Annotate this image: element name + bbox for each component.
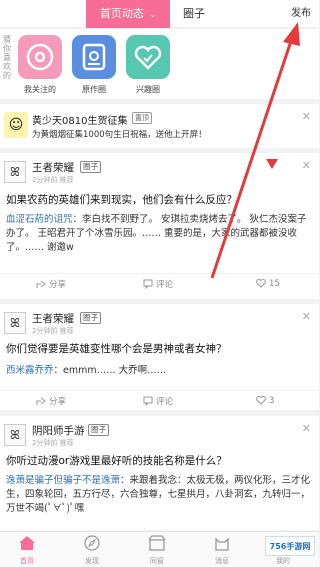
- comment-label: 评论: [156, 280, 174, 290]
- question-title[interactable]: 你们觉得要是英雄变性哪个会是男神或者女神？: [6, 342, 314, 357]
- answer-text: ：emmm…… 大乔啊……: [53, 365, 167, 376]
- comment-button[interactable]: 评论: [143, 278, 173, 290]
- share-label: 分享: [49, 280, 67, 290]
- recommended-circles: 猜你喜欢的 我关注的 原作圈 兴趣圈: [0, 29, 319, 99]
- post-meta: 2分钟前 推荐: [32, 439, 74, 447]
- circle-label: 兴趣圈: [136, 85, 160, 94]
- home-icon: [19, 536, 35, 550]
- answerer-name[interactable]: 血涩石葯的诅咒: [6, 214, 73, 225]
- circle-original[interactable]: 原作圈: [72, 35, 116, 95]
- feed-card[interactable]: ꕤ 王者荣耀 圈子 2分钟前 推荐 ✕ 如果农药的英雄们来到现实，他们会有什么反…: [0, 153, 319, 299]
- disc-icon: [18, 35, 62, 79]
- circle-label: 原作圈: [82, 85, 106, 94]
- comment-button[interactable]: 评论: [143, 395, 173, 407]
- circle-label: 我关注的: [24, 85, 56, 94]
- share-icon: [36, 397, 46, 405]
- nav-messages[interactable]: 消息: [197, 535, 247, 566]
- answer-excerpt[interactable]: 西米露乔乔：emmm…… 大乔啊……: [6, 364, 314, 378]
- publish-button[interactable]: 发布: [291, 0, 311, 28]
- author-name[interactable]: 王者荣耀: [32, 311, 74, 326]
- watermark-logo: 756手游网: [265, 536, 315, 556]
- share-button[interactable]: 分享: [36, 395, 66, 407]
- pinned-badge: 置顶: [132, 112, 152, 124]
- avatar[interactable]: ꕤ: [4, 424, 26, 446]
- heart-outline-icon: [256, 278, 266, 288]
- notice-title: 黄少天0810生贺征集: [32, 116, 128, 127]
- pinned-notice[interactable]: ☺ 黄少天0810生贺征集 置顶 为黄烟烟征集1000句生日祝福，送他上开屏！ …: [0, 104, 319, 148]
- recommend-side-label: 猜你喜欢的: [3, 35, 11, 80]
- circle-badge: 圈子: [88, 424, 109, 436]
- comment-icon: [143, 279, 153, 290]
- tab-circle[interactable]: 圈子: [183, 0, 205, 28]
- nav-discover[interactable]: 发现: [67, 535, 117, 566]
- feed-card[interactable]: ꕤ 阴阳师手游 圈子 2分钟前 推荐 ✕ 你听过动漫or游戏里最好听的技能名称是…: [0, 416, 319, 530]
- answerer-name[interactable]: 逸萧是骗子但骗子不是逸萧: [6, 475, 120, 486]
- book-icon: [72, 35, 116, 79]
- close-icon[interactable]: ✕: [302, 422, 311, 435]
- cat-icon: [215, 537, 229, 551]
- nav-label: 发现: [85, 557, 99, 565]
- question-title[interactable]: 你听过动漫or游戏里最好听的技能名称是什么？: [6, 454, 314, 469]
- top-bar: 首页动态 ⌄ 圈子 发布: [0, 0, 319, 28]
- nav-label: 消息: [215, 557, 229, 565]
- tab-home-feed[interactable]: 首页动态 ⌄: [86, 0, 170, 28]
- answer-excerpt[interactable]: 逸萧是骗子但骗子不是逸萧：来跟着我念：太极无极，两仪化形，三才化生，四象轮回，五…: [6, 474, 314, 516]
- answerer-name[interactable]: 西米露乔乔: [6, 365, 54, 376]
- circle-badge: 圈子: [80, 312, 101, 324]
- nav-home[interactable]: 首页: [2, 535, 52, 566]
- like-count: 15: [269, 279, 280, 289]
- nav-label: 同窗: [150, 557, 164, 565]
- author-name[interactable]: 阴阳师手游: [32, 423, 85, 438]
- circle-badge: 圈子: [80, 161, 101, 173]
- like-button[interactable]: 15: [256, 278, 280, 289]
- feed-card[interactable]: ꕤ 王者荣耀 圈子 2分钟前 推荐 ✕ 你们觉得要是英雄变性哪个会是男神或者女神…: [0, 304, 319, 410]
- like-button[interactable]: 3: [256, 395, 274, 406]
- heart-icon: [126, 35, 170, 79]
- close-icon[interactable]: ✕: [302, 110, 311, 123]
- compass-icon: [84, 535, 100, 551]
- action-bar: 分享 评论 15: [0, 273, 319, 293]
- comment-icon: [143, 396, 153, 407]
- circle-interest[interactable]: 兴趣圈: [126, 35, 170, 95]
- like-count: 3: [269, 396, 275, 406]
- comment-label: 评论: [156, 397, 174, 407]
- notice-subtitle: 为黄烟烟征集1000句生日祝福，送他上开屏！: [32, 130, 207, 140]
- nav-label: 我的: [276, 557, 290, 565]
- tab-home-label: 首页动态: [99, 7, 144, 20]
- answer-excerpt[interactable]: 血涩石葯的诅咒：李白找不到野了。 安琪拉卖烧烤去了。 狄仁杰没案子办了。 王昭君…: [6, 213, 314, 255]
- avatar[interactable]: ꕤ: [4, 161, 26, 183]
- heart-outline-icon: [256, 395, 266, 405]
- circle-following[interactable]: 我关注的: [18, 35, 62, 95]
- share-label: 分享: [49, 397, 67, 407]
- post-meta: 2分钟前 推荐: [32, 327, 74, 335]
- nav-shop[interactable]: 同窗: [132, 535, 182, 566]
- avatar[interactable]: ꕤ: [4, 312, 26, 334]
- post-meta: 2分钟前 推荐: [32, 176, 74, 184]
- notice-avatar: ☺: [4, 112, 28, 138]
- action-bar: 分享 评论 3: [0, 390, 319, 410]
- share-icon: [36, 280, 46, 288]
- shop-icon: [148, 535, 166, 551]
- chevron-down-icon: ⌄: [149, 10, 157, 19]
- author-name[interactable]: 王者荣耀: [32, 160, 74, 175]
- question-title[interactable]: 如果农药的英雄们来到现实，他们会有什么反应？: [6, 193, 314, 208]
- close-icon[interactable]: ✕: [302, 159, 311, 172]
- share-button[interactable]: 分享: [36, 278, 66, 290]
- nav-label: 首页: [20, 557, 34, 565]
- close-icon[interactable]: ✕: [302, 310, 311, 323]
